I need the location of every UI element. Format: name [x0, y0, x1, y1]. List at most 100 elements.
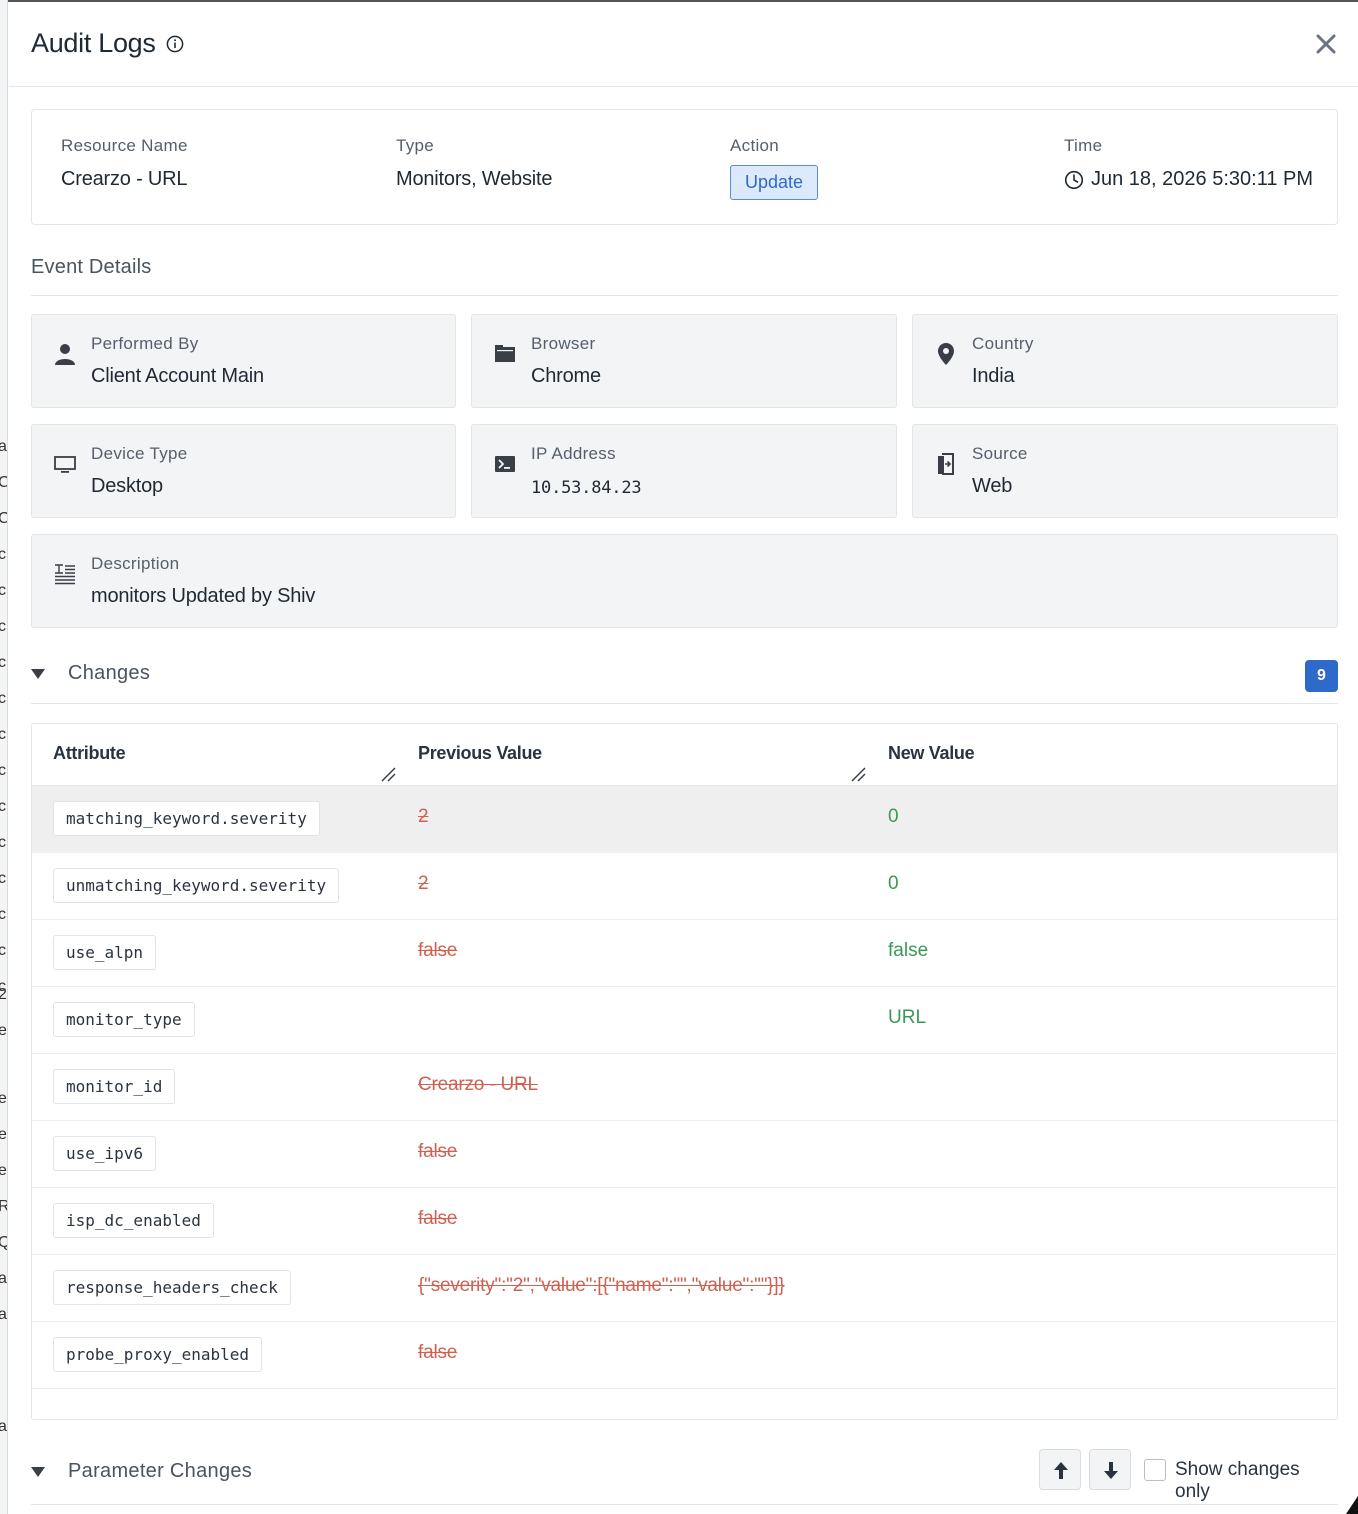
background-text-fragment: Q: [0, 1234, 7, 1252]
background-text-fragment: R: [0, 1198, 7, 1216]
table-header: Attribute Previous Value New Value: [32, 724, 1337, 786]
background-text-fragment: c: [0, 798, 6, 816]
country-card: Country India: [912, 314, 1338, 408]
background-text-fragment: C: [0, 510, 7, 528]
background-text-fragment: e: [0, 1162, 7, 1180]
attribute-chip: isp_dc_enabled: [53, 1203, 214, 1238]
ip-address-card: IP Address 10.53.84.23: [471, 424, 897, 518]
changes-section-header[interactable]: Changes 9: [31, 657, 1338, 704]
description-icon: [55, 564, 75, 585]
action-label: Action: [730, 136, 780, 155]
table-row[interactable]: isp_dc_enabled false: [32, 1188, 1337, 1255]
previous-value: {"severity":"2","value":[{"name":"","val…: [418, 1275, 785, 1296]
caret-down-icon[interactable]: [31, 1467, 45, 1477]
attribute-chip: monitor_id: [53, 1069, 176, 1104]
background-text-fragment: a: [0, 438, 7, 456]
background-text-fragment: c: [0, 762, 6, 780]
attribute-chip: use_alpn: [53, 935, 157, 970]
action-badge: Update: [730, 165, 819, 200]
browser-value: Chrome: [531, 365, 601, 387]
resource-name-value: Crearzo - URL: [61, 168, 188, 190]
ip-address-value: 10.53.84.23: [531, 478, 642, 498]
table-row[interactable]: unmatching_keyword.severity 2 0: [32, 853, 1337, 920]
show-changes-only-checkbox[interactable]: [1144, 1459, 1166, 1481]
time-row: Jun 18, 2026 5:30:11 PM: [1064, 168, 1313, 191]
previous-value: false: [418, 1342, 458, 1363]
next-change-button[interactable]: [1089, 1449, 1131, 1490]
previous-value: false: [418, 1208, 458, 1229]
attribute-chip: matching_keyword.severity: [53, 801, 320, 836]
table-row[interactable]: use_ipv6 false: [32, 1121, 1337, 1188]
attribute-chip: response_headers_check: [53, 1270, 291, 1305]
resource-name-field: Resource Name Crearzo - URL: [61, 136, 188, 191]
event-details-divider: [31, 295, 1338, 296]
background-text-fragment: c: [0, 654, 6, 672]
performed-by-value: Client Account Main: [91, 365, 264, 387]
table-row[interactable]: probe_proxy_enabled false: [32, 1322, 1337, 1389]
table-row[interactable]: matching_keyword.severity 2 0: [32, 786, 1337, 853]
source-card: Source Web: [912, 424, 1338, 518]
performed-by-card: Performed By Client Account Main: [31, 314, 456, 408]
table-row[interactable]: use_alpn false false: [32, 920, 1337, 987]
table-row[interactable]: monitor_id Crearzo - URL: [32, 1054, 1337, 1121]
user-icon: [55, 344, 75, 365]
background-page-strip: aCCccccccccccccc2eeeeRQaaa: [0, 0, 8, 1514]
background-text-fragment: c: [0, 906, 6, 924]
attribute-chip: probe_proxy_enabled: [53, 1337, 263, 1372]
device-type-value: Desktop: [91, 475, 163, 497]
changes-table: Attribute Previous Value New Value match…: [31, 723, 1338, 1420]
background-text-fragment: c: [0, 618, 6, 636]
caret-down-icon[interactable]: [31, 669, 45, 679]
monitor-icon: [54, 456, 76, 473]
type-value: Monitors, Website: [396, 168, 553, 190]
previous-value: 2: [418, 806, 429, 827]
table-row[interactable]: monitor_type URL: [32, 987, 1337, 1054]
column-resize-handle[interactable]: [850, 766, 866, 782]
resource-name-label: Resource Name: [61, 136, 188, 155]
background-text-fragment: c: [0, 690, 6, 708]
page-title: Audit Logs: [31, 28, 156, 58]
previous-change-button[interactable]: [1039, 1449, 1081, 1490]
previous-value: Crearzo - URL: [418, 1074, 538, 1095]
action-field: Action Update: [730, 136, 819, 200]
login-icon: [938, 453, 954, 475]
background-text-fragment: c: [0, 726, 6, 744]
type-label: Type: [396, 136, 435, 155]
resize-corner: [1346, 1496, 1358, 1514]
browser-icon: [495, 345, 515, 362]
source-label: Source: [972, 444, 1028, 463]
time-value: Jun 18, 2026 5:30:11 PM: [1091, 168, 1314, 190]
panel-header: Audit Logs: [9, 2, 1358, 87]
summary-box: Resource Name Crearzo - URL Type Monitor…: [31, 109, 1338, 225]
previous-value: 2: [418, 873, 429, 894]
show-changes-only-label[interactable]: Show changes only: [1175, 1459, 1338, 1503]
table-row[interactable]: response_headers_check {"severity":"2","…: [32, 1255, 1337, 1322]
description-card: Description monitors Updated by Shiv: [31, 534, 1338, 628]
attribute-chip: monitor_type: [53, 1002, 195, 1037]
browser-label: Browser: [531, 334, 596, 353]
performed-by-label: Performed By: [91, 334, 199, 353]
background-text-fragment: c: [0, 870, 6, 888]
attribute-chip: use_ipv6: [53, 1136, 157, 1171]
close-icon[interactable]: [1314, 32, 1338, 56]
source-value: Web: [972, 475, 1013, 497]
background-text-fragment: e: [0, 1022, 7, 1040]
background-text-fragment: 2: [0, 986, 7, 1004]
background-text-fragment: c: [0, 834, 6, 852]
previous-value: false: [418, 1141, 458, 1162]
audit-logs-panel: Audit Logs Resource Name Crearzo - URL T…: [9, 2, 1358, 1514]
device-type-label: Device Type: [91, 444, 188, 463]
description-label: Description: [91, 554, 180, 573]
background-text-fragment: C: [0, 474, 7, 492]
changes-count-badge: 9: [1305, 660, 1338, 692]
terminal-icon: [495, 456, 515, 472]
column-resize-handle[interactable]: [380, 766, 396, 782]
event-details-title: Event Details: [31, 256, 152, 278]
info-icon[interactable]: [166, 35, 184, 53]
column-header-previous-value: Previous Value: [418, 743, 542, 763]
new-value: false: [888, 940, 929, 961]
browser-card: Browser Chrome: [471, 314, 897, 408]
clock-icon: [1064, 170, 1084, 189]
time-field: Time Jun 18, 2026 5:30:11 PM: [1064, 136, 1313, 191]
parameter-changes-header[interactable]: Parameter Changes Show changes only: [31, 1449, 1338, 1505]
